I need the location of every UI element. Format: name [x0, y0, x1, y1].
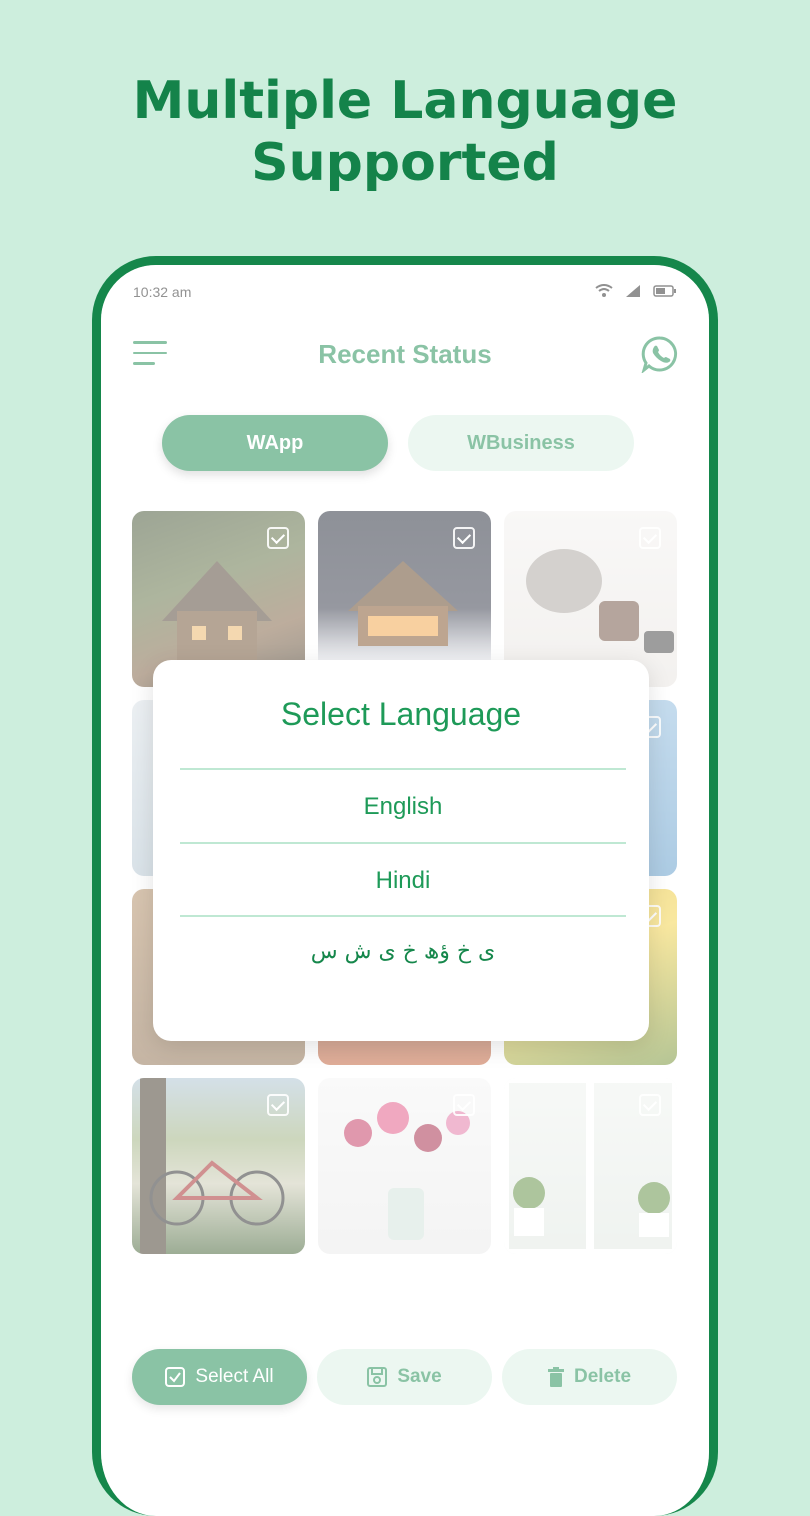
headline-line-1: Multiple Language — [132, 71, 678, 131]
language-option-hindi[interactable]: Hindi — [180, 842, 626, 917]
headline: Multiple Language Supported — [0, 70, 810, 194]
headline-line-2: Supported — [251, 133, 559, 193]
language-dialog: Select Language English Hindi ی خ ؤھ خ ی… — [153, 660, 649, 1041]
dialog-title: Select Language — [280, 696, 522, 732]
language-option-urdu[interactable]: ی خ ؤھ خ ی ش س — [180, 917, 626, 987]
language-option-english[interactable]: English — [180, 768, 626, 843]
